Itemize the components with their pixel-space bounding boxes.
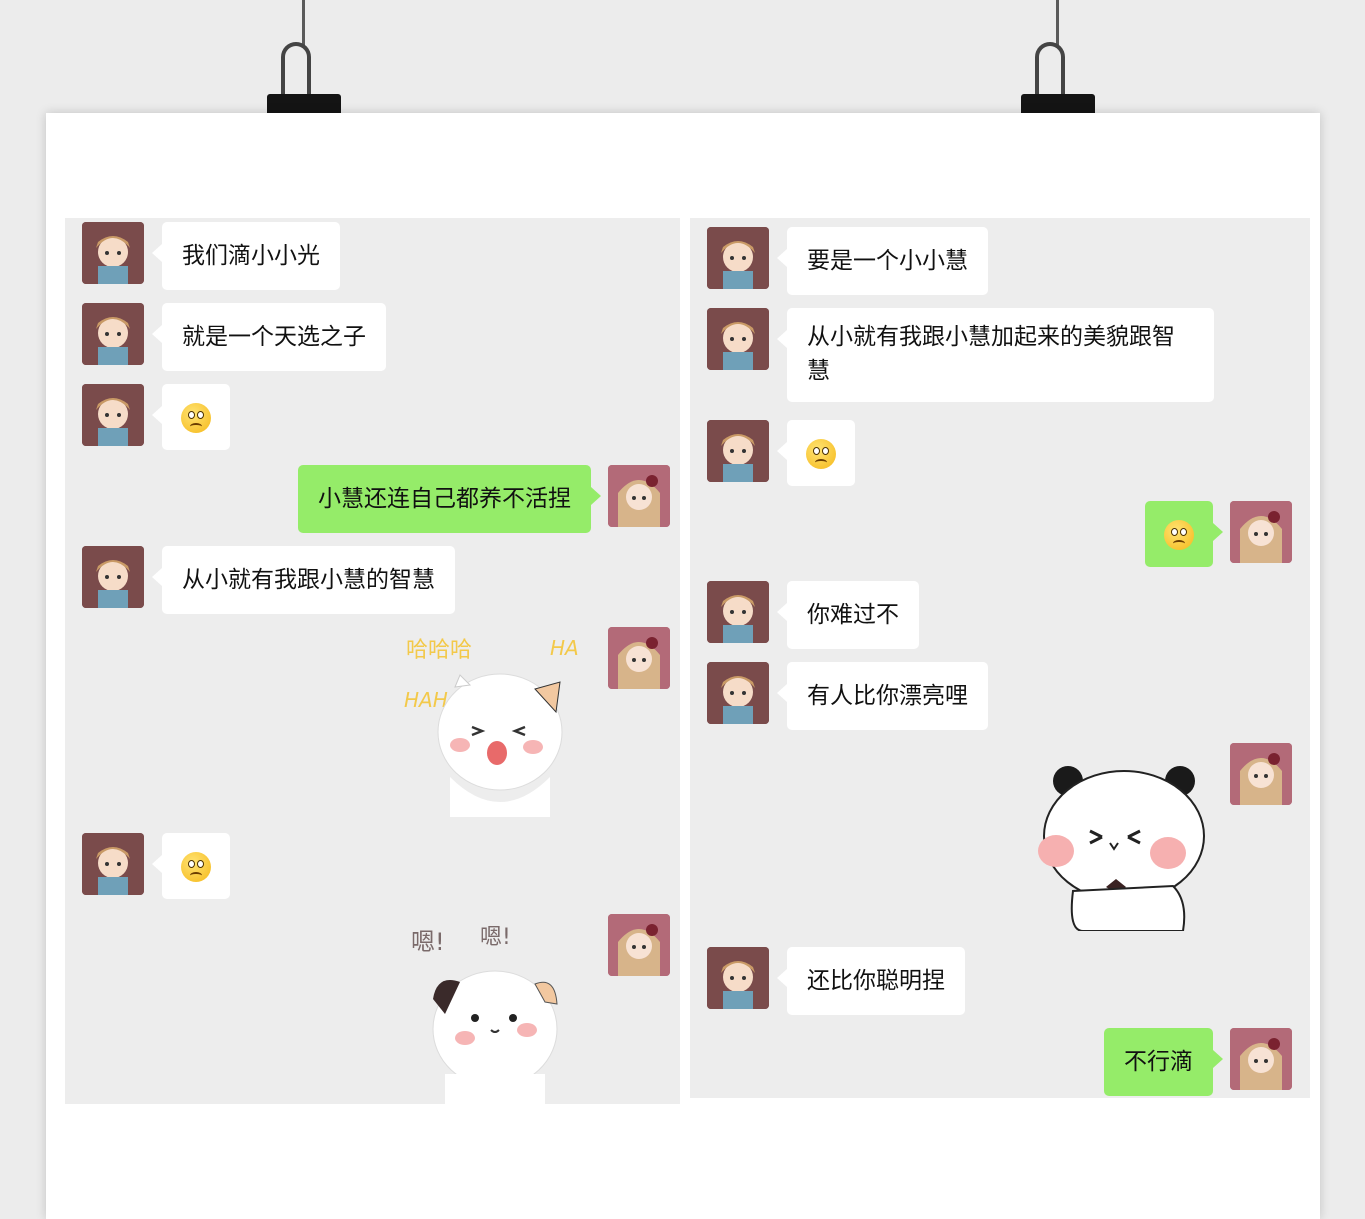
message-bubble[interactable]: 要是一个小小慧 [787,227,988,295]
message-row: 嗯! 嗯! [65,914,680,1104]
confused-emoji-icon [181,851,211,882]
sticker-text: HA [550,636,579,660]
sticker-text: 哈哈哈 [406,638,472,663]
self-avatar[interactable] [608,914,670,976]
message-row [690,743,1310,933]
message-row: 不行滴 [690,1028,1310,1096]
chat-panel-left[interactable]: 我们滴小小光 就是一个天选之子 小慧还连自己都养不活捏 从小就有我跟小慧的智慧 [65,218,680,1104]
contact-avatar[interactable] [82,384,144,446]
message-row: 哈哈哈 HA HAH [65,627,680,817]
message-bubble-outgoing[interactable]: 小慧还连自己都养不活捏 [298,465,591,533]
message-row: 小慧还连自己都养不活捏 [65,465,680,533]
contact-avatar[interactable] [707,420,769,482]
sticker-text: 嗯! [480,925,511,950]
hanging-wire [302,0,305,48]
laughing-cat-sticker[interactable]: 哈哈哈 HA HAH [400,627,595,817]
message-row: 有人比你漂亮哩 [690,662,1310,730]
contact-avatar[interactable] [707,308,769,370]
message-bubble[interactable]: 从小就有我跟小慧的智慧 [162,546,455,614]
confused-emoji-icon [181,402,211,433]
self-avatar[interactable] [608,627,670,689]
contact-avatar[interactable] [82,546,144,608]
message-bubble[interactable]: 从小就有我跟小慧加起来的美貌跟智慧 [787,308,1214,402]
message-bubble[interactable]: 就是一个天选之子 [162,303,386,371]
message-row [65,833,680,899]
contact-avatar[interactable] [82,833,144,895]
message-row [690,420,1310,486]
message-bubble[interactable] [787,420,855,486]
contact-avatar[interactable] [707,581,769,643]
self-avatar[interactable] [1230,1028,1292,1090]
self-avatar[interactable] [1230,501,1292,563]
contact-avatar[interactable] [82,303,144,365]
message-row: 你难过不 [690,581,1310,649]
sticker-text: 嗯! [411,928,445,956]
message-bubble[interactable] [162,384,230,450]
message-row: 从小就有我跟小慧的智慧 [65,546,680,614]
crying-panda-sticker[interactable] [1028,751,1213,931]
message-row: 要是一个小小慧 [690,227,1310,295]
sticker-text: HAH [404,688,448,712]
message-row [690,501,1310,567]
confused-emoji-icon [806,438,836,469]
message-bubble[interactable]: 还比你聪明捏 [787,947,965,1015]
hanging-wire [1056,0,1059,48]
message-row: 我们滴小小光 [65,222,680,290]
message-bubble[interactable]: 你难过不 [787,581,919,649]
contact-avatar[interactable] [707,947,769,1009]
self-avatar[interactable] [1230,743,1292,805]
message-bubble-outgoing[interactable] [1145,501,1213,567]
message-row [65,384,680,450]
chat-panel-right[interactable]: 要是一个小小慧 从小就有我跟小慧加起来的美貌跟智慧 你难过不 有人比你漂亮哩 还… [690,218,1310,1098]
contact-avatar[interactable] [707,662,769,724]
message-row: 从小就有我跟小慧加起来的美貌跟智慧 [690,308,1310,402]
contact-avatar[interactable] [707,227,769,289]
message-bubble[interactable] [162,833,230,899]
message-bubble[interactable]: 我们滴小小光 [162,222,340,290]
message-bubble[interactable]: 有人比你漂亮哩 [787,662,988,730]
message-row: 还比你聪明捏 [690,947,1310,1015]
nodding-cat-sticker[interactable]: 嗯! 嗯! [405,914,585,1104]
confused-emoji-icon [1164,519,1194,550]
message-row: 就是一个天选之子 [65,303,680,371]
self-avatar[interactable] [608,465,670,527]
message-bubble-outgoing[interactable]: 不行滴 [1104,1028,1213,1096]
contact-avatar[interactable] [82,222,144,284]
